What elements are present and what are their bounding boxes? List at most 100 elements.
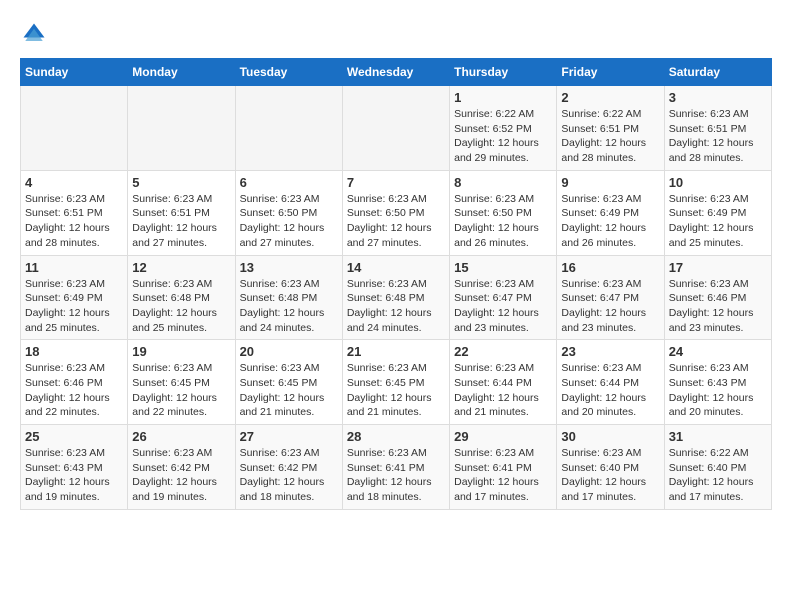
page-header — [20, 20, 772, 48]
logo — [20, 20, 52, 48]
calendar-cell: 8 Sunrise: 6:23 AM Sunset: 6:50 PM Daylig… — [450, 170, 557, 255]
day-detail: Sunrise: 6:23 AM Sunset: 6:50 PM Dayligh… — [240, 192, 338, 251]
calendar-cell: 11 Sunrise: 6:23 AM Sunset: 6:49 PM Dayli… — [21, 255, 128, 340]
day-detail: Sunrise: 6:23 AM Sunset: 6:42 PM Dayligh… — [240, 446, 338, 505]
day-number: 29 — [454, 429, 552, 444]
calendar-cell: 25Sunrise: 6:23 AM Sunset: 6:43 PM Dayli… — [21, 425, 128, 510]
calendar-week-row: 4 Sunrise: 6:23 AM Sunset: 6:51 PM Daylig… — [21, 170, 772, 255]
calendar-week-row: 11 Sunrise: 6:23 AM Sunset: 6:49 PM Dayli… — [21, 255, 772, 340]
calendar-cell — [21, 86, 128, 171]
day-number: 28 — [347, 429, 445, 444]
day-detail: Sunrise: 6:23 AM Sunset: 6:49 PM Dayligh… — [25, 277, 123, 336]
day-detail: Sunrise: 6:23 AM Sunset: 6:41 PM Dayligh… — [347, 446, 445, 505]
day-number: 21 — [347, 344, 445, 359]
day-detail: Sunrise: 6:23 AM Sunset: 6:48 PM Dayligh… — [347, 277, 445, 336]
day-detail: Sunrise: 6:22 AM Sunset: 6:51 PM Dayligh… — [561, 107, 659, 166]
calendar-cell: 29 Sunrise: 6:23 AM Sunset: 6:41 PM Dayli… — [450, 425, 557, 510]
day-number: 9 — [561, 175, 659, 190]
logo-icon — [20, 20, 48, 48]
calendar-week-row: 25Sunrise: 6:23 AM Sunset: 6:43 PM Dayli… — [21, 425, 772, 510]
day-number: 27 — [240, 429, 338, 444]
calendar-cell: 24 Sunrise: 6:23 AM Sunset: 6:43 PM Dayli… — [664, 340, 771, 425]
calendar-cell: 4 Sunrise: 6:23 AM Sunset: 6:51 PM Daylig… — [21, 170, 128, 255]
day-number: 15 — [454, 260, 552, 275]
calendar-cell: 21 Sunrise: 6:23 AM Sunset: 6:45 PM Dayli… — [342, 340, 449, 425]
day-detail: Sunrise: 6:23 AM Sunset: 6:50 PM Dayligh… — [454, 192, 552, 251]
day-number: 24 — [669, 344, 767, 359]
weekday-header-saturday: Saturday — [664, 59, 771, 86]
day-detail: Sunrise: 6:23 AM Sunset: 6:41 PM Dayligh… — [454, 446, 552, 505]
calendar-cell: 15 Sunrise: 6:23 AM Sunset: 6:47 PM Dayli… — [450, 255, 557, 340]
weekday-header-friday: Friday — [557, 59, 664, 86]
calendar-week-row: 18Sunrise: 6:23 AM Sunset: 6:46 PM Dayli… — [21, 340, 772, 425]
weekday-header-tuesday: Tuesday — [235, 59, 342, 86]
calendar-header: SundayMondayTuesdayWednesdayThursdayFrid… — [21, 59, 772, 86]
calendar-cell: 28 Sunrise: 6:23 AM Sunset: 6:41 PM Dayli… — [342, 425, 449, 510]
day-detail: Sunrise: 6:23 AM Sunset: 6:44 PM Dayligh… — [561, 361, 659, 420]
calendar-table: SundayMondayTuesdayWednesdayThursdayFrid… — [20, 58, 772, 510]
weekday-header-sunday: Sunday — [21, 59, 128, 86]
day-detail: Sunrise: 6:23 AM Sunset: 6:45 PM Dayligh… — [132, 361, 230, 420]
day-detail: Sunrise: 6:23 AM Sunset: 6:45 PM Dayligh… — [347, 361, 445, 420]
calendar-cell: 6 Sunrise: 6:23 AM Sunset: 6:50 PM Daylig… — [235, 170, 342, 255]
day-number: 30 — [561, 429, 659, 444]
calendar-cell: 23 Sunrise: 6:23 AM Sunset: 6:44 PM Dayli… — [557, 340, 664, 425]
day-number: 17 — [669, 260, 767, 275]
day-number: 12 — [132, 260, 230, 275]
calendar-cell — [235, 86, 342, 171]
calendar-cell: 19 Sunrise: 6:23 AM Sunset: 6:45 PM Dayli… — [128, 340, 235, 425]
day-detail: Sunrise: 6:23 AM Sunset: 6:46 PM Dayligh… — [25, 361, 123, 420]
day-number: 5 — [132, 175, 230, 190]
weekday-header-thursday: Thursday — [450, 59, 557, 86]
calendar-cell: 18Sunrise: 6:23 AM Sunset: 6:46 PM Dayli… — [21, 340, 128, 425]
weekday-header-wednesday: Wednesday — [342, 59, 449, 86]
day-detail: Sunrise: 6:23 AM Sunset: 6:42 PM Dayligh… — [132, 446, 230, 505]
day-number: 1 — [454, 90, 552, 105]
calendar-week-row: 1Sunrise: 6:22 AM Sunset: 6:52 PM Daylig… — [21, 86, 772, 171]
calendar-cell: 9Sunrise: 6:23 AM Sunset: 6:49 PM Daylig… — [557, 170, 664, 255]
day-detail: Sunrise: 6:23 AM Sunset: 6:51 PM Dayligh… — [25, 192, 123, 251]
calendar-cell: 31Sunrise: 6:22 AM Sunset: 6:40 PM Dayli… — [664, 425, 771, 510]
day-number: 11 — [25, 260, 123, 275]
day-detail: Sunrise: 6:23 AM Sunset: 6:47 PM Dayligh… — [561, 277, 659, 336]
day-detail: Sunrise: 6:23 AM Sunset: 6:44 PM Dayligh… — [454, 361, 552, 420]
calendar-cell: 20 Sunrise: 6:23 AM Sunset: 6:45 PM Dayli… — [235, 340, 342, 425]
day-detail: Sunrise: 6:22 AM Sunset: 6:40 PM Dayligh… — [669, 446, 767, 505]
calendar-cell: 22 Sunrise: 6:23 AM Sunset: 6:44 PM Dayli… — [450, 340, 557, 425]
day-detail: Sunrise: 6:23 AM Sunset: 6:48 PM Dayligh… — [132, 277, 230, 336]
day-detail: Sunrise: 6:23 AM Sunset: 6:49 PM Dayligh… — [669, 192, 767, 251]
calendar-cell: 30 Sunrise: 6:23 AM Sunset: 6:40 PM Dayli… — [557, 425, 664, 510]
calendar-cell: 12 Sunrise: 6:23 AM Sunset: 6:48 PM Dayli… — [128, 255, 235, 340]
day-detail: Sunrise: 6:23 AM Sunset: 6:43 PM Dayligh… — [669, 361, 767, 420]
day-detail: Sunrise: 6:23 AM Sunset: 6:51 PM Dayligh… — [132, 192, 230, 251]
calendar-cell: 5 Sunrise: 6:23 AM Sunset: 6:51 PM Daylig… — [128, 170, 235, 255]
day-number: 10 — [669, 175, 767, 190]
calendar-cell: 7Sunrise: 6:23 AM Sunset: 6:50 PM Daylig… — [342, 170, 449, 255]
day-number: 13 — [240, 260, 338, 275]
day-detail: Sunrise: 6:23 AM Sunset: 6:50 PM Dayligh… — [347, 192, 445, 251]
day-number: 22 — [454, 344, 552, 359]
day-number: 6 — [240, 175, 338, 190]
day-detail: Sunrise: 6:23 AM Sunset: 6:40 PM Dayligh… — [561, 446, 659, 505]
calendar-cell: 3Sunrise: 6:23 AM Sunset: 6:51 PM Daylig… — [664, 86, 771, 171]
day-number: 20 — [240, 344, 338, 359]
day-detail: Sunrise: 6:23 AM Sunset: 6:47 PM Dayligh… — [454, 277, 552, 336]
calendar-cell — [342, 86, 449, 171]
day-number: 2 — [561, 90, 659, 105]
calendar-cell: 26Sunrise: 6:23 AM Sunset: 6:42 PM Dayli… — [128, 425, 235, 510]
day-number: 14 — [347, 260, 445, 275]
day-detail: Sunrise: 6:23 AM Sunset: 6:48 PM Dayligh… — [240, 277, 338, 336]
day-number: 16 — [561, 260, 659, 275]
day-number: 19 — [132, 344, 230, 359]
calendar-cell: 10 Sunrise: 6:23 AM Sunset: 6:49 PM Dayli… — [664, 170, 771, 255]
weekday-header-monday: Monday — [128, 59, 235, 86]
calendar-cell: 2 Sunrise: 6:22 AM Sunset: 6:51 PM Daylig… — [557, 86, 664, 171]
day-number: 23 — [561, 344, 659, 359]
day-detail: Sunrise: 6:23 AM Sunset: 6:45 PM Dayligh… — [240, 361, 338, 420]
day-number: 3 — [669, 90, 767, 105]
calendar-cell: 1Sunrise: 6:22 AM Sunset: 6:52 PM Daylig… — [450, 86, 557, 171]
day-number: 4 — [25, 175, 123, 190]
calendar-cell — [128, 86, 235, 171]
day-number: 8 — [454, 175, 552, 190]
day-detail: Sunrise: 6:23 AM Sunset: 6:43 PM Dayligh… — [25, 446, 123, 505]
